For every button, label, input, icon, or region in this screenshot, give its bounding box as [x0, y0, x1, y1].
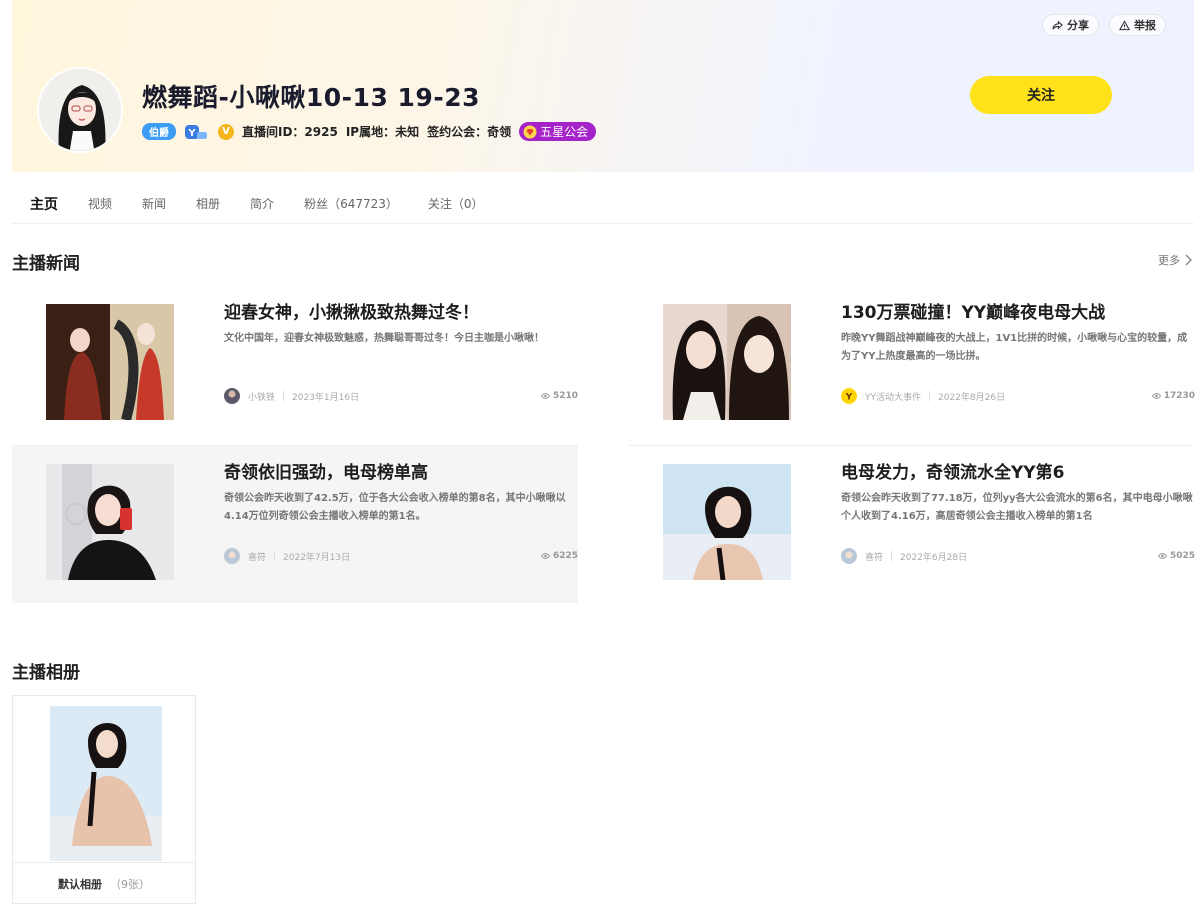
news-meta: 喜符 2022年6月28日 5025 [841, 548, 1195, 564]
news-more-link[interactable]: 更多 [1158, 252, 1192, 268]
news-title[interactable]: 130万票碰撞！YY巅峰夜电母大战 [841, 300, 1195, 326]
report-button[interactable]: 举报 [1109, 14, 1166, 36]
news-title[interactable]: 迎春女神，小揪揪极致热舞过冬！ [224, 300, 578, 326]
share-label: 分享 [1067, 19, 1089, 32]
news-desc: 文化中国年，迎春女神极致魅惑，热舞聪哥哥过冬！今日主咖是小啾啾！ [224, 333, 544, 344]
news-date: 2022年8月26日 [938, 392, 1006, 403]
warning-icon [1119, 19, 1130, 30]
tab-following[interactable]: 关注（0） [428, 195, 484, 212]
profile-tabs: 主页 视频 新闻 相册 简介 粉丝（647723） 关注（0） [12, 184, 1194, 224]
news-author: 喜符 [865, 552, 884, 563]
meta-divider [283, 391, 285, 401]
meta-divider [274, 551, 276, 561]
news-date: 2023年1月16日 [292, 392, 360, 403]
album-name[interactable]: 默认相册 [58, 876, 102, 892]
news-date: 2022年6月28日 [900, 552, 968, 563]
news-thumbnail[interactable] [46, 304, 174, 420]
tab-fans[interactable]: 粉丝（647723） [304, 195, 398, 212]
album-section-title: 主播相册 [12, 663, 80, 683]
chevron-right-icon [1185, 254, 1192, 266]
news-desc: 奇领公会昨天收到了42.5万，位于各大公会收入榜单的第8名，其中小啾啾以4.14… [224, 493, 566, 522]
news-thumbnail[interactable] [46, 464, 174, 580]
news-desc: 昨晚YY舞蹈战神巅峰夜的大战上，1V1比拼的时候，小啾啾与心宝的较量，成为了YY… [841, 333, 1188, 362]
eye-icon [1151, 393, 1161, 399]
guild-badge-label: 五星公会 [540, 125, 589, 139]
news-desc: 奇领公会昨天收到了77.18万，位列yy各大公会流水的第6名，其中电母小啾啾个人… [841, 493, 1193, 522]
views-value: 17230 [1163, 391, 1195, 401]
streamer-avatar[interactable] [37, 67, 123, 153]
author-avatar [224, 548, 240, 564]
news-meta: 小铁铁 2023年1月16日 5210 [224, 388, 578, 404]
eye-icon [540, 393, 550, 399]
news-title[interactable]: 电母发力，奇领流水全YY第6 [841, 460, 1195, 486]
news-card[interactable]: 迎春女神，小揪揪极致热舞过冬！ 文化中国年，迎春女神极致魅惑，热舞聪哥哥过冬！今… [12, 286, 578, 443]
eye-icon [540, 553, 550, 559]
eye-icon [1157, 553, 1167, 559]
room-id: 直播间ID：2925 [242, 125, 338, 139]
news-author: 喜符 [248, 552, 267, 563]
yy-level-icon: Y [184, 124, 210, 140]
meta-divider [929, 391, 930, 401]
tab-intro[interactable]: 简介 [250, 195, 274, 212]
news-section-title: 主播新闻 [12, 254, 80, 274]
views-value: 5210 [552, 391, 578, 401]
ip-location: IP属地：未知 [345, 125, 420, 139]
news-meta: 喜符 2022年7月13日 6225 [224, 548, 578, 564]
album-cover[interactable] [50, 706, 162, 861]
guild-label: 签约公会：奇领 [427, 125, 512, 139]
news-author: YY活动大事件 [865, 392, 921, 403]
svg-text:Y: Y [845, 393, 853, 403]
news-body: 电母发力，奇领流水全YY第6 奇领公会昨天收到了77.18万，位列yy各大公会流… [841, 460, 1195, 564]
tab-album[interactable]: 相册 [196, 195, 220, 212]
views-count: 5210 [540, 391, 578, 401]
album-caption: 默认相册 （9张） [13, 862, 195, 904]
news-body: 迎春女神，小揪揪极致热舞过冬！ 文化中国年，迎春女神极致魅惑，热舞聪哥哥过冬！今… [224, 300, 578, 404]
share-icon [1052, 20, 1063, 30]
news-body: 奇领依旧强劲，电母榜单高 奇领公会昨天收到了42.5万，位于各大公会收入榜单的第… [224, 460, 578, 564]
news-date: 2022年7月13日 [283, 552, 351, 563]
news-body: 130万票碰撞！YY巅峰夜电母大战 昨晚YY舞蹈战神巅峰夜的大战上，1V1比拼的… [841, 300, 1195, 404]
news-card[interactable]: 奇领依旧强劲，电母榜单高 奇领公会昨天收到了42.5万，位于各大公会收入榜单的第… [12, 446, 578, 603]
follow-button[interactable]: 关注 [970, 76, 1112, 114]
svg-text:Y: Y [187, 128, 196, 139]
views-value: 5025 [1169, 551, 1195, 561]
author-avatar [841, 548, 857, 564]
share-button[interactable]: 分享 [1042, 14, 1099, 36]
meta-divider [891, 551, 893, 561]
news-card[interactable]: 电母发力，奇领流水全YY第6 奇领公会昨天收到了77.18万，位列yy各大公会流… [629, 446, 1195, 603]
diamond-icon [523, 125, 537, 138]
more-label: 更多 [1158, 254, 1180, 267]
news-card[interactable]: 130万票碰撞！YY巅峰夜电母大战 昨晚YY舞蹈战神巅峰夜的大战上，1V1比拼的… [629, 286, 1195, 443]
views-count: 17230 [1151, 391, 1195, 401]
news-title[interactable]: 奇领依旧强劲，电母榜单高 [224, 460, 578, 486]
streamer-meta: 伯爵 Y V 直播间ID：2925 IP属地：未知 签约公会：奇领 五星公会 [142, 122, 597, 141]
news-thumbnail[interactable] [663, 464, 791, 580]
author-avatar [224, 388, 240, 404]
tab-news[interactable]: 新闻 [142, 195, 166, 212]
rank-badge: 伯爵 [142, 123, 176, 140]
streamer-name: 燃舞蹈-小啾啾10-13 19-23 [142, 83, 480, 112]
views-value: 6225 [552, 551, 578, 561]
news-author: 小铁铁 [248, 392, 276, 403]
report-label: 举报 [1134, 19, 1156, 32]
album-card[interactable]: 默认相册 （9张） [12, 695, 196, 904]
top-actions: 分享 举报 [1042, 14, 1166, 36]
guild-badge[interactable]: 五星公会 [519, 122, 597, 141]
news-thumbnail[interactable] [663, 304, 791, 420]
verified-icon: V [218, 123, 234, 140]
author-avatar: Y [841, 388, 857, 404]
news-meta: Y YY活动大事件 2022年8月26日 17230 [841, 388, 1195, 404]
views-count: 6225 [540, 551, 578, 561]
views-count: 5025 [1157, 551, 1195, 561]
tab-home[interactable]: 主页 [30, 194, 58, 214]
tab-videos[interactable]: 视频 [88, 195, 112, 212]
album-count: （9张） [110, 877, 150, 891]
